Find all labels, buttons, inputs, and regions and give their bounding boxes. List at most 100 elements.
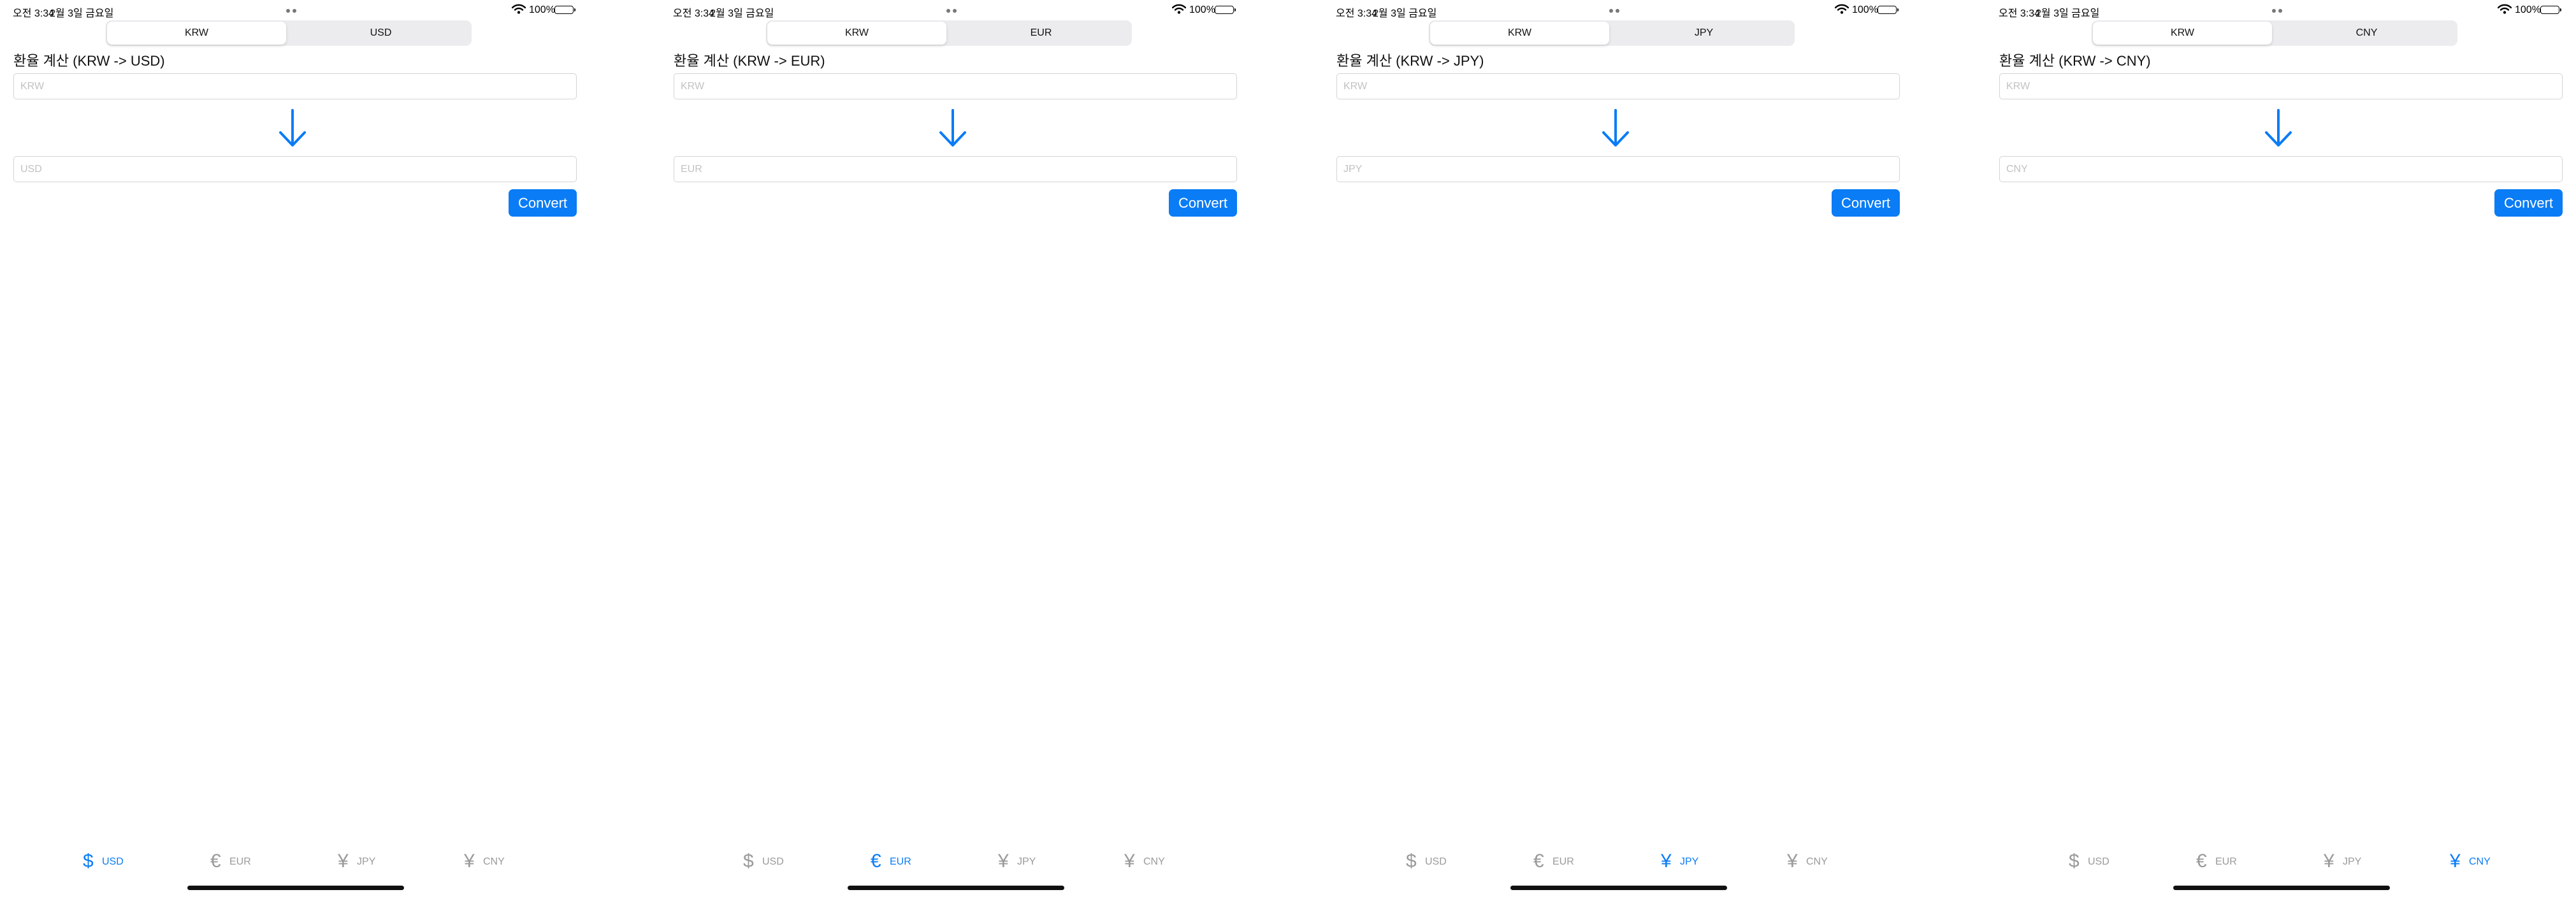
tab-bar: $ USD € EUR ¥ JPY ¥ CNY: [1986, 841, 2576, 879]
tab-eur[interactable]: € EUR: [871, 850, 941, 873]
tab-eur[interactable]: € EUR: [210, 850, 280, 873]
jpy-currency-icon: ¥: [338, 851, 349, 872]
status-bar: 오전 3:34 2월 3일 금요일 100%: [660, 0, 1299, 24]
eur-currency-icon: €: [871, 851, 881, 872]
tab-usd[interactable]: $ USD: [83, 850, 153, 873]
krw-amount-input[interactable]: [1999, 73, 2563, 99]
jpy-currency-icon: ¥: [1661, 851, 1672, 872]
wifi-icon: [2498, 4, 2512, 14]
page-title: 환율 계산 (KRW -> JPY): [1336, 53, 1484, 69]
convert-button[interactable]: Convert: [1832, 189, 1900, 217]
home-indicator: [187, 886, 404, 890]
tab-label: CNY: [2469, 856, 2491, 867]
tab-cny[interactable]: ¥ CNY: [464, 850, 534, 873]
segment-target-currency[interactable]: EUR: [952, 22, 1131, 45]
cny-currency-icon: ¥: [464, 851, 475, 872]
tab-bar: $ USD € EUR ¥ JPY ¥ CNY: [1323, 841, 1962, 879]
krw-amount-input[interactable]: [674, 73, 1237, 99]
segment-target-currency[interactable]: CNY: [2277, 22, 2456, 45]
tab-label: USD: [1425, 856, 1447, 867]
tab-eur[interactable]: € EUR: [1533, 850, 1603, 873]
converted-amount-output[interactable]: [674, 156, 1237, 182]
multitasking-dots-icon[interactable]: [286, 9, 304, 24]
tab-cny[interactable]: ¥ CNY: [2450, 850, 2520, 873]
arrow-down-icon: [279, 109, 306, 147]
wifi-icon: [1835, 4, 1849, 14]
battery-percentage: 100%: [1852, 4, 1878, 15]
status-date: 2월 3일 금요일: [50, 8, 114, 19]
segment-base-currency[interactable]: KRW: [107, 22, 286, 45]
krw-amount-input[interactable]: [13, 73, 577, 99]
cny-currency-icon: ¥: [2450, 851, 2461, 872]
multitasking-dots-icon[interactable]: [946, 9, 964, 24]
currency-segmented-control: KRW USD: [106, 20, 472, 46]
converted-amount-output[interactable]: [1336, 156, 1900, 182]
battery-icon: [2540, 6, 2561, 14]
converter-screen-cny: 오전 3:34 2월 3일 금요일 100% KRW CNY 환율 계산 (KR…: [1986, 0, 2576, 899]
home-indicator: [848, 886, 1064, 890]
tab-jpy[interactable]: ¥ JPY: [1661, 850, 1731, 873]
converter-screen-eur: 오전 3:34 2월 3일 금요일 100% KRW EUR 환율 계산 (KR…: [660, 0, 1299, 899]
status-time: 오전 3:34: [1999, 8, 2041, 19]
tab-jpy[interactable]: ¥ JPY: [338, 850, 408, 873]
tab-cny[interactable]: ¥ CNY: [1787, 850, 1857, 873]
eur-currency-icon: €: [210, 851, 221, 872]
segment-base-currency[interactable]: KRW: [2093, 22, 2272, 45]
multitasking-dots-icon[interactable]: [1609, 9, 1627, 24]
status-date: 2월 3일 금요일: [1373, 8, 1437, 19]
wifi-icon: [512, 4, 526, 14]
status-bar: 오전 3:34 2월 3일 금요일 100%: [0, 0, 639, 24]
status-bar: 오전 3:34 2월 3일 금요일 100%: [1986, 0, 2576, 24]
tab-jpy[interactable]: ¥ JPY: [2324, 850, 2394, 873]
segment-target-currency[interactable]: JPY: [1614, 22, 1793, 45]
page-title: 환율 계산 (KRW -> EUR): [674, 53, 825, 69]
tab-label: USD: [2088, 856, 2109, 867]
page-title: 환율 계산 (KRW -> USD): [13, 53, 165, 69]
tab-label: CNY: [1143, 856, 1165, 867]
cny-currency-icon: ¥: [1787, 851, 1798, 872]
page-title: 환율 계산 (KRW -> CNY): [1999, 53, 2151, 69]
krw-amount-input[interactable]: [1336, 73, 1900, 99]
jpy-currency-icon: ¥: [2324, 851, 2334, 872]
home-indicator: [1510, 886, 1727, 890]
status-date: 2월 3일 금요일: [710, 8, 774, 19]
segment-target-currency[interactable]: USD: [291, 22, 470, 45]
tab-label: JPY: [357, 856, 376, 867]
tab-label: USD: [762, 856, 784, 867]
arrow-down-icon: [2265, 109, 2292, 147]
battery-icon: [554, 6, 575, 14]
battery-percentage: 100%: [529, 4, 555, 15]
tab-label: JPY: [1017, 856, 1036, 867]
tab-eur[interactable]: € EUR: [2196, 850, 2266, 873]
eur-currency-icon: €: [2196, 851, 2207, 872]
tab-usd[interactable]: $ USD: [743, 850, 813, 873]
tab-jpy[interactable]: ¥ JPY: [998, 850, 1068, 873]
tab-bar: $ USD € EUR ¥ JPY ¥ CNY: [0, 841, 639, 879]
battery-icon: [1215, 6, 1236, 14]
tab-bar: $ USD € EUR ¥ JPY ¥ CNY: [660, 841, 1299, 879]
tab-label: JPY: [1680, 856, 1699, 867]
converted-amount-output[interactable]: [1999, 156, 2563, 182]
convert-button[interactable]: Convert: [509, 189, 577, 217]
tab-label: CNY: [483, 856, 505, 867]
convert-button[interactable]: Convert: [2494, 189, 2563, 217]
tab-cny[interactable]: ¥ CNY: [1124, 850, 1194, 873]
tab-label: USD: [102, 856, 124, 867]
currency-segmented-control: KRW EUR: [766, 20, 1132, 46]
segment-base-currency[interactable]: KRW: [767, 22, 946, 45]
arrow-down-icon: [1602, 109, 1629, 147]
converted-amount-output[interactable]: [13, 156, 577, 182]
tab-usd[interactable]: $ USD: [1406, 850, 1476, 873]
arrow-down-icon: [939, 109, 966, 147]
multitasking-dots-icon[interactable]: [2272, 9, 2290, 24]
tab-usd[interactable]: $ USD: [2069, 850, 2139, 873]
tab-label: EUR: [890, 856, 911, 867]
converter-screen-usd: 오전 3:34 2월 3일 금요일 100% KRW USD 환율 계산 (KR…: [0, 0, 639, 899]
battery-percentage: 100%: [2515, 4, 2541, 15]
status-time: 오전 3:34: [673, 8, 715, 19]
eur-currency-icon: €: [1533, 851, 1544, 872]
convert-button[interactable]: Convert: [1169, 189, 1237, 217]
battery-icon: [1878, 6, 1899, 14]
segment-base-currency[interactable]: KRW: [1430, 22, 1609, 45]
status-date: 2월 3일 금요일: [2036, 8, 2100, 19]
